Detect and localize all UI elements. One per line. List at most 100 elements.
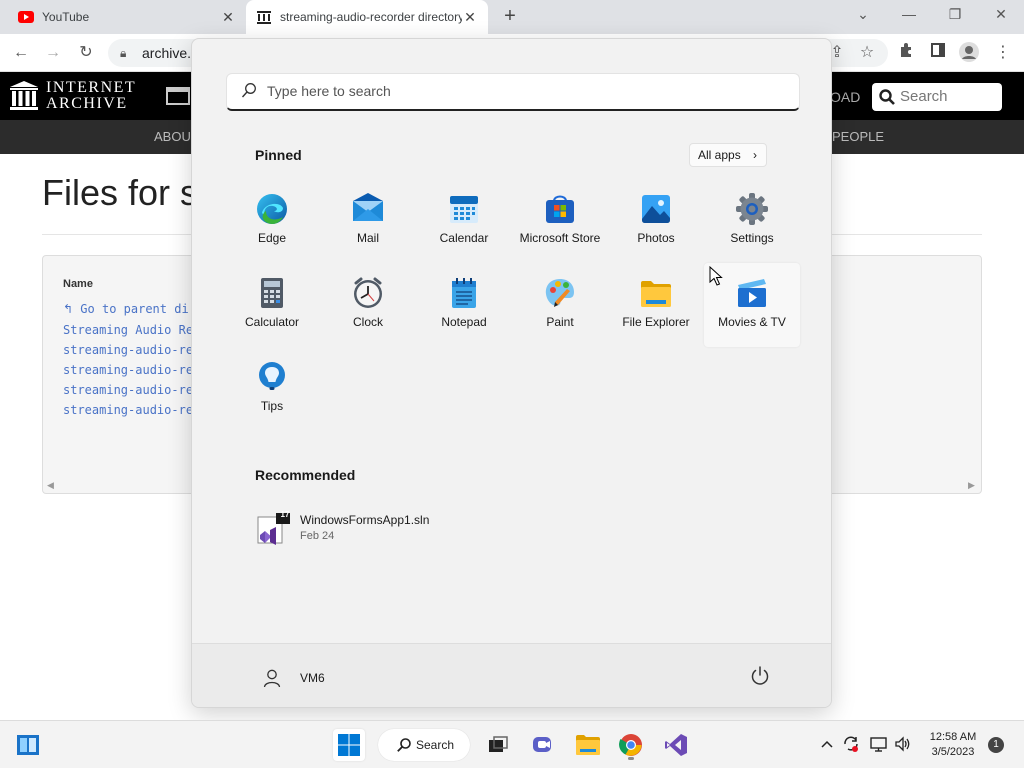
close-tab-icon[interactable]: ✕ xyxy=(220,9,236,26)
reload-icon[interactable]: ↻ xyxy=(75,42,97,64)
taskbar-search-label: Search xyxy=(416,738,455,752)
pinned-app-settings[interactable]: Settings xyxy=(704,179,800,263)
forward-icon[interactable]: → xyxy=(42,42,64,64)
start-button[interactable] xyxy=(333,729,365,761)
browser-tab-strip: YouTube ✕ streaming-audio-recorder direc… xyxy=(0,0,1024,34)
windows-logo-icon xyxy=(338,734,360,756)
column-header-name[interactable]: Name xyxy=(63,278,93,290)
mouse-cursor-icon xyxy=(709,266,723,286)
search-icon xyxy=(397,738,411,752)
pinned-app-photos[interactable]: Photos xyxy=(608,179,704,263)
file-link[interactable]: streaming-audio-re xyxy=(63,403,193,417)
show-hidden-icons-chevron-up-icon[interactable] xyxy=(818,735,836,753)
sync-icon[interactable] xyxy=(842,735,860,753)
file-link[interactable]: streaming-audio-re xyxy=(63,343,193,357)
widgets-icon xyxy=(17,735,39,755)
notepad-icon xyxy=(452,278,476,308)
clock-icon xyxy=(354,277,382,308)
pinned-app-calculator[interactable]: Calculator xyxy=(224,263,320,347)
upload-link[interactable]: OAD xyxy=(830,89,860,105)
internet-archive-logo[interactable]: INTERNET ARCHIVE xyxy=(10,80,136,112)
task-view-icon xyxy=(489,736,508,752)
version-badge: 17 xyxy=(280,510,290,519)
app-label: Mail xyxy=(356,231,379,245)
pinned-app-edge[interactable]: Edge xyxy=(224,179,320,263)
tab-streaming-audio-recorder[interactable]: streaming-audio-recorder directory ✕ xyxy=(246,0,488,34)
file-link[interactable]: Streaming Audio Re xyxy=(63,323,193,337)
web-icon[interactable] xyxy=(166,87,190,110)
folder-icon xyxy=(576,735,600,755)
taskbar: Search 12:58 AM 3/5/2023 1 xyxy=(0,720,1024,768)
taskbar-search-button[interactable]: Search xyxy=(378,729,470,761)
task-view-button[interactable] xyxy=(482,729,514,761)
system-clock[interactable]: 12:58 AM 3/5/2023 xyxy=(922,730,984,760)
chat-icon xyxy=(533,737,551,752)
minimize-icon[interactable]: — xyxy=(894,6,924,22)
parent-directory-link[interactable]: ↰ Go to parent di xyxy=(63,302,189,316)
youtube-icon xyxy=(18,9,34,25)
close-window-icon[interactable]: ✕ xyxy=(986,6,1016,23)
pinned-app-clock[interactable]: Clock xyxy=(320,263,416,347)
start-search-input[interactable] xyxy=(267,83,767,99)
pinned-app-calendar[interactable]: Calendar xyxy=(416,179,512,263)
search-placeholder: Search xyxy=(900,88,948,105)
calendar-icon xyxy=(450,196,478,223)
side-panel-icon[interactable] xyxy=(927,42,949,64)
clock-date: 3/5/2023 xyxy=(931,746,975,758)
teams-chat-button[interactable] xyxy=(527,729,559,761)
back-icon[interactable]: ← xyxy=(10,42,32,64)
notification-badge[interactable]: 1 xyxy=(988,737,1004,753)
app-label: Microsoft Store xyxy=(519,231,601,245)
close-tab-icon[interactable]: ✕ xyxy=(462,9,478,26)
tab-search-icon[interactable]: ⌄ xyxy=(848,6,878,23)
bookmark-star-icon[interactable]: ☆ xyxy=(856,42,878,64)
visual-studio-taskbar-button[interactable] xyxy=(660,729,692,761)
paint-icon xyxy=(545,279,574,307)
power-icon[interactable] xyxy=(748,664,772,688)
app-label: Movies & TV xyxy=(718,315,786,329)
archive-building-icon xyxy=(10,81,38,110)
user-account-button[interactable]: VM6 xyxy=(256,662,325,694)
start-search-box[interactable] xyxy=(226,73,800,111)
chevron-right-icon: › xyxy=(753,148,757,162)
pinned-app-paint[interactable]: Paint xyxy=(512,263,608,347)
all-apps-button[interactable]: All apps › xyxy=(689,143,767,167)
recommended-heading: Recommended xyxy=(255,467,356,483)
restore-icon[interactable]: ❐ xyxy=(940,6,970,23)
app-label: Calculator xyxy=(244,315,300,329)
profile-icon[interactable] xyxy=(958,42,980,64)
calculator-icon xyxy=(261,278,283,308)
recommended-item[interactable]: 17 WindowsFormsApp1.sln Feb 24 xyxy=(252,509,492,553)
file-link[interactable]: streaming-audio-re xyxy=(63,383,193,397)
start-menu: Pinned All apps › Edge Mail xyxy=(191,38,832,708)
store-icon xyxy=(546,195,574,223)
pinned-app-notepad[interactable]: Notepad xyxy=(416,263,512,347)
app-label: Settings xyxy=(730,231,774,245)
pinned-app-mail[interactable]: Mail xyxy=(320,179,416,263)
file-link[interactable]: streaming-audio-re xyxy=(63,363,193,377)
pinned-app-file-explorer[interactable]: File Explorer xyxy=(608,263,704,347)
movies-icon xyxy=(738,279,766,307)
volume-icon[interactable] xyxy=(894,735,912,753)
folder-icon xyxy=(641,281,671,307)
app-label: Notepad xyxy=(441,315,487,329)
scroll-left-icon[interactable]: ◀ xyxy=(47,480,54,491)
file-explorer-taskbar-button[interactable] xyxy=(572,729,604,761)
nav-people[interactable]: PEOPLE xyxy=(832,129,884,144)
logo-line-2: ARCHIVE xyxy=(46,95,128,112)
chrome-menu-icon[interactable]: ⋮ xyxy=(992,42,1014,64)
widgets-button[interactable] xyxy=(12,729,44,761)
new-tab-button[interactable]: + xyxy=(498,5,522,29)
recommended-file-date: Feb 24 xyxy=(300,530,335,542)
app-label: File Explorer xyxy=(622,315,690,329)
app-label: Photos xyxy=(637,231,675,245)
extensions-icon[interactable] xyxy=(895,42,917,64)
network-icon[interactable] xyxy=(870,735,888,753)
lock-icon: 🔒︎ xyxy=(120,46,127,60)
scroll-right-icon[interactable]: ▶ xyxy=(968,480,975,491)
archive-search-input[interactable]: Search xyxy=(872,83,1002,111)
pinned-app-tips[interactable]: Tips xyxy=(224,347,320,431)
settings-icon xyxy=(736,193,768,225)
pinned-app-microsoft-store[interactable]: Microsoft Store xyxy=(512,179,608,263)
tab-youtube[interactable]: YouTube ✕ xyxy=(8,0,246,34)
